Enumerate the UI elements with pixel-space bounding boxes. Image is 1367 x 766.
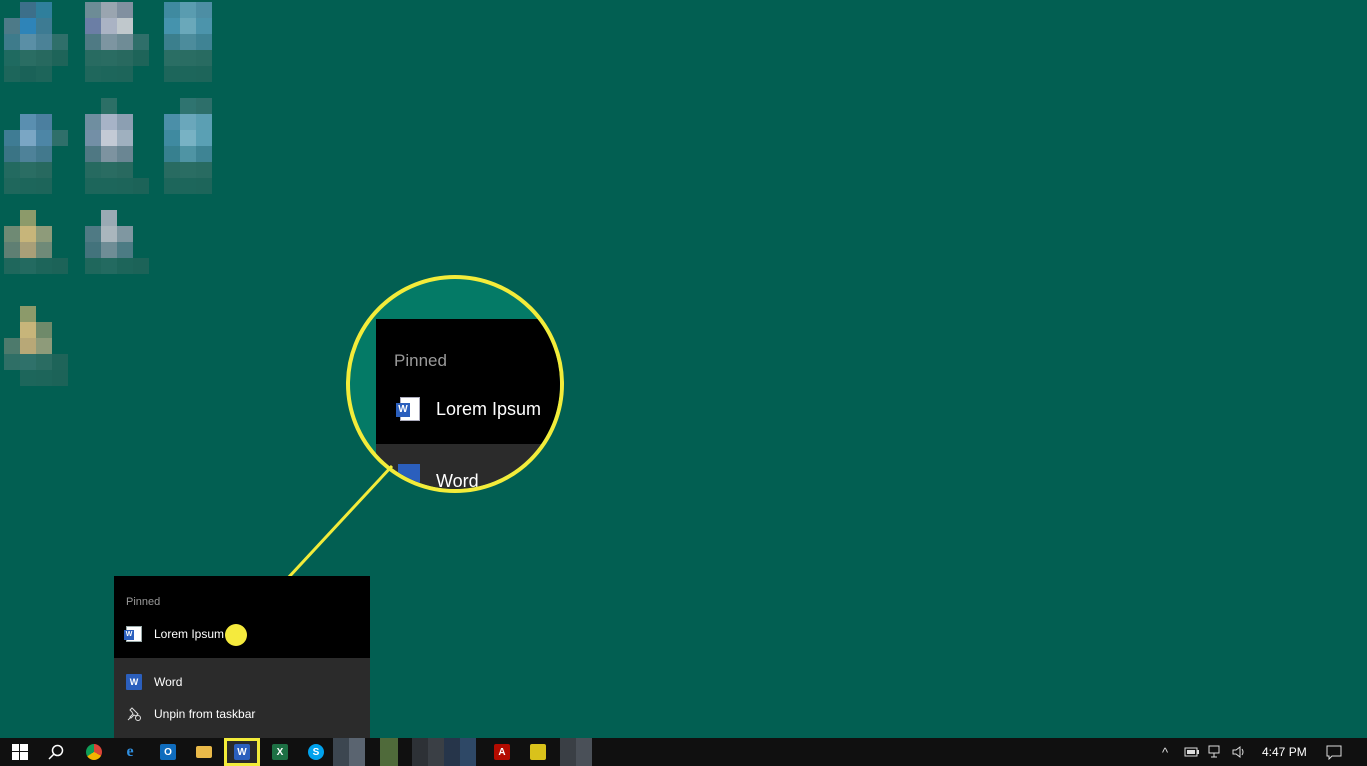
- word-icon: [398, 464, 420, 486]
- windows-start-icon: [12, 744, 28, 760]
- magnified-pinned-section: [376, 319, 560, 444]
- sticky-notes-icon: [530, 744, 546, 760]
- volume-icon[interactable]: [1232, 745, 1248, 759]
- taskbar-edge[interactable]: e: [112, 738, 148, 766]
- word-document-icon: [124, 626, 142, 642]
- open-word-label: Word: [154, 675, 183, 689]
- taskbar-outlook[interactable]: O: [150, 738, 186, 766]
- taskbar-sticky-notes[interactable]: [520, 738, 556, 766]
- taskbar: e O W X S A ^ 4:47 PM: [0, 738, 1367, 766]
- unpin-label: Unpin from taskbar: [154, 707, 256, 721]
- desktop-icon-7[interactable]: [4, 210, 70, 276]
- excel-icon: X: [272, 744, 288, 760]
- blurred-taskbar-app[interactable]: [412, 738, 476, 766]
- chrome-icon: [86, 744, 102, 760]
- outlook-icon: O: [160, 744, 176, 760]
- taskbar-chrome[interactable]: [76, 738, 112, 766]
- taskbar-jump-list: Pinned Lorem Ipsum W Word Unpin from tas…: [114, 576, 370, 738]
- desktop-icon-9[interactable]: [4, 306, 70, 388]
- open-word-item[interactable]: W Word: [114, 667, 370, 697]
- start-button[interactable]: [2, 738, 38, 766]
- desktop-icon-8[interactable]: [85, 210, 151, 276]
- word-document-icon: W: [396, 397, 420, 421]
- desktop-icon-4[interactable]: [4, 114, 70, 196]
- blurred-taskbar-app[interactable]: [333, 738, 365, 766]
- search-icon: [48, 744, 64, 760]
- edge-icon: e: [126, 743, 134, 760]
- pinned-heading: Pinned: [126, 596, 161, 608]
- desktop-icon-2[interactable]: [85, 2, 151, 98]
- network-icon[interactable]: [1208, 745, 1224, 759]
- acrobat-icon: A: [494, 744, 510, 760]
- battery-icon[interactable]: [1184, 746, 1200, 758]
- taskbar-acrobat[interactable]: A: [484, 738, 520, 766]
- unpin-from-taskbar-item[interactable]: Unpin from taskbar: [114, 699, 370, 729]
- desktop: Pinned W Lorem Ipsum Word Pinned Lorem I…: [0, 0, 1367, 738]
- desktop-icon-1[interactable]: [4, 2, 70, 82]
- magnified-pinned-item: Lorem Ipsum: [436, 399, 542, 419]
- taskbar-skype[interactable]: S: [298, 738, 334, 766]
- action-center-icon[interactable]: [1326, 744, 1342, 760]
- taskbar-word[interactable]: W: [224, 738, 260, 766]
- desktop-icon-3[interactable]: [164, 2, 214, 98]
- blurred-taskbar-app[interactable]: [380, 738, 398, 766]
- desktop-icon-5[interactable]: [85, 98, 151, 196]
- skype-icon: S: [308, 744, 324, 760]
- magnified-word-label: Word: [436, 471, 479, 491]
- desktop-icon-6[interactable]: [164, 98, 214, 196]
- word-icon: W: [234, 744, 250, 760]
- pinned-item-label: Lorem Ipsum: [154, 627, 225, 641]
- magnified-pinned-heading: Pinned: [394, 351, 447, 370]
- taskbar-excel[interactable]: X: [262, 738, 298, 766]
- show-hidden-icons-chevron-icon[interactable]: ^: [1162, 745, 1168, 760]
- callout-dot: [225, 624, 247, 646]
- magnified-callout: Pinned W Lorem Ipsum Word: [346, 275, 564, 493]
- search-button[interactable]: [38, 738, 74, 766]
- taskbar-file-explorer[interactable]: [186, 738, 222, 766]
- unpin-icon: [127, 707, 141, 721]
- word-icon: W: [126, 674, 142, 690]
- file-explorer-icon: [196, 746, 212, 758]
- clock[interactable]: 4:47 PM: [1262, 745, 1307, 759]
- blurred-taskbar-app[interactable]: [560, 738, 592, 766]
